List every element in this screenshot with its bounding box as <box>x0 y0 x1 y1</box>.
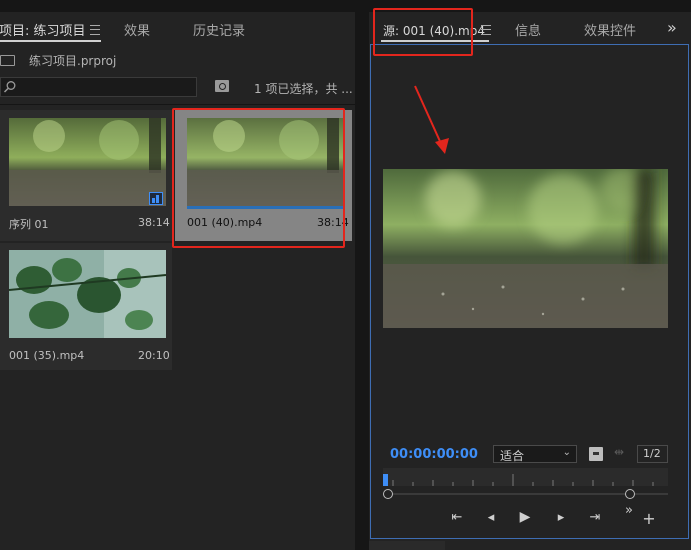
top-strip <box>0 0 691 12</box>
scroll-handle-left[interactable] <box>383 489 393 499</box>
clip-thumbnail <box>9 118 166 206</box>
clip-card-3[interactable]: 001 (35).mp4 20:10 <box>0 243 172 370</box>
annotation-box-source-tab <box>373 8 473 56</box>
go-to-out-icon[interactable]: ⇥ <box>586 510 604 525</box>
tab-effects[interactable]: 效果 <box>124 20 150 39</box>
search-input[interactable] <box>0 77 197 97</box>
compare-icon: ⇹ <box>614 445 625 459</box>
plus-icon[interactable]: + <box>641 509 657 528</box>
source-menu-icon[interactable] <box>481 25 491 35</box>
clip-name: 序列 01 <box>9 218 49 231</box>
sequence-icon <box>149 192 163 205</box>
zoom-scrollbar[interactable] <box>383 489 668 499</box>
panel-splitter[interactable] <box>355 12 369 550</box>
panel-divider <box>0 104 355 105</box>
tab-project-underline <box>0 40 101 42</box>
step-forward-icon[interactable]: ▸ <box>552 510 570 525</box>
zoom-value: 适合 <box>500 449 525 463</box>
ruler-ticks <box>392 474 654 486</box>
resolution-select[interactable]: 1/2 <box>637 445 668 463</box>
play-icon[interactable]: ▶ <box>516 509 534 525</box>
annotation-box-clip <box>172 108 345 248</box>
clip-duration: 20:10 <box>138 349 170 362</box>
clip-card-sequence[interactable]: 序列 01 38:14 <box>0 110 172 241</box>
tab-effect-controls[interactable]: 效果控件 <box>584 20 636 39</box>
tab-info[interactable]: 信息 <box>515 20 541 39</box>
project-menu-icon[interactable] <box>90 25 100 35</box>
tab-project[interactable]: 项目: 练习项目 <box>0 20 86 39</box>
tab-history[interactable]: 历史记录 <box>193 20 245 39</box>
timecode[interactable]: 00:00:00:00 <box>390 447 478 462</box>
scroll-handle-right[interactable] <box>625 489 635 499</box>
annotation-arrow <box>414 85 449 154</box>
clip-name: 001 (35).mp4 <box>9 349 85 362</box>
clip-duration: 38:14 <box>138 216 170 229</box>
resolution-value: 1/2 <box>643 447 661 460</box>
chevron-down-icon: ⌄ <box>562 447 571 458</box>
zoom-select[interactable]: 适合 ⌄ <box>493 445 577 463</box>
tabs-overflow-icon[interactable]: » <box>667 18 677 37</box>
step-back-icon[interactable]: ◂ <box>482 510 500 525</box>
search-icon <box>3 81 16 93</box>
clip-thumbnail <box>9 250 166 338</box>
playhead[interactable] <box>383 474 388 486</box>
go-to-in-icon[interactable]: ⇤ <box>448 510 466 525</box>
folder-icon <box>0 55 15 66</box>
project-file-name: 练习项目.prproj <box>29 54 117 68</box>
selection-status: 1 项已选择，共 ... <box>254 82 353 96</box>
new-bin-icon[interactable] <box>215 80 229 92</box>
bottom-tab-stub <box>369 541 445 550</box>
camera-icon[interactable] <box>589 447 603 461</box>
video-preview <box>383 169 668 328</box>
more-buttons-icon[interactable]: » <box>622 503 636 518</box>
time-ruler[interactable] <box>383 468 668 486</box>
